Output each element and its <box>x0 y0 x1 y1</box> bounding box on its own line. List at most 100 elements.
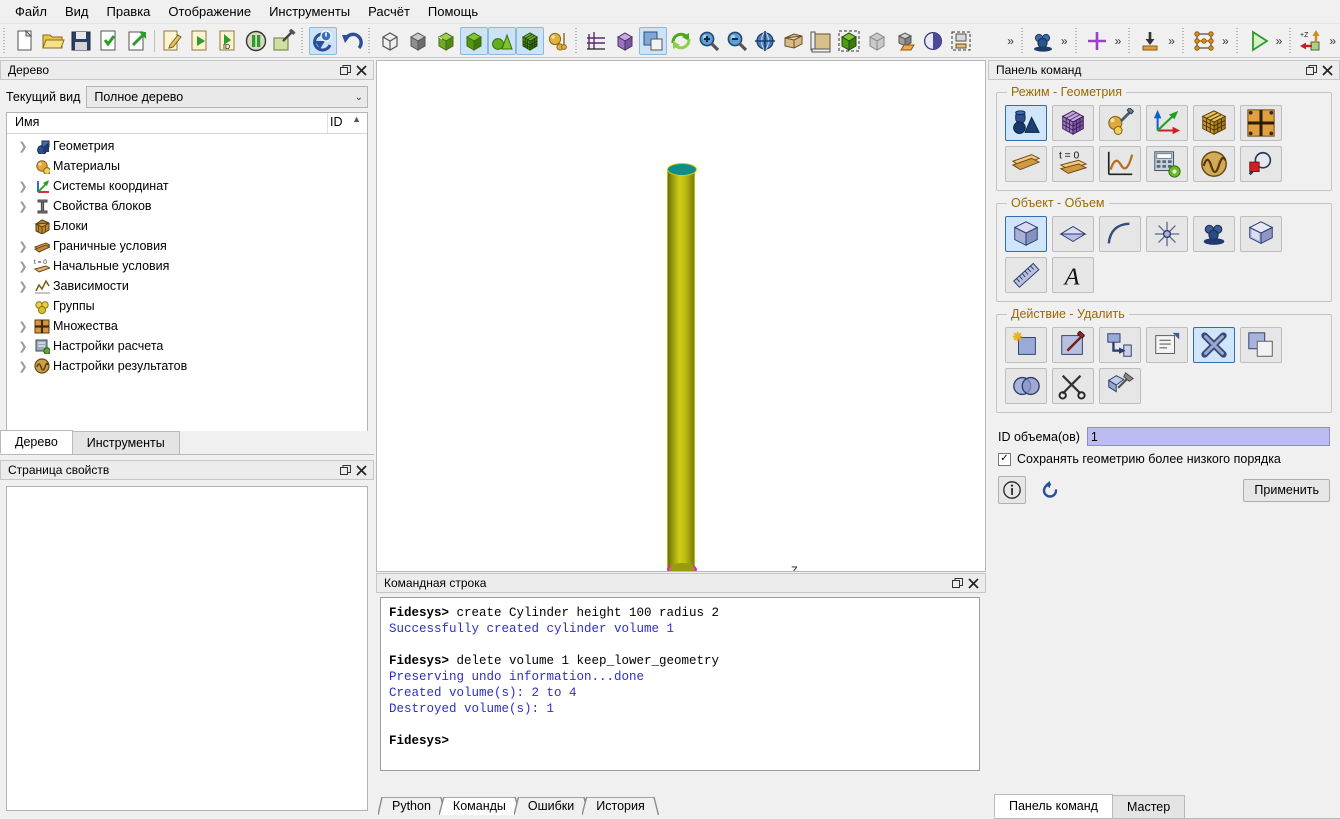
edit-journal-icon[interactable] <box>158 27 186 55</box>
reset-icon[interactable] <box>309 26 337 55</box>
toolbar-overflow-chevron[interactable]: » <box>1272 34 1287 48</box>
command-panel-tab-1[interactable]: Панель команд <box>994 794 1113 818</box>
console-output[interactable]: Fidesys> create Cylinder height 100 radi… <box>380 597 980 771</box>
menu-edit[interactable]: Правка <box>98 1 160 22</box>
toolbar-overflow-chevron[interactable]: » <box>1003 34 1018 48</box>
command-panel-tab-2[interactable]: Мастер <box>1111 795 1186 818</box>
tree-item-12[interactable]: ❯ Настройки результатов <box>7 356 367 376</box>
smooth-shade-cube-icon[interactable] <box>460 26 488 55</box>
toolbar-overflow-chevron[interactable]: » <box>1325 34 1340 48</box>
text-label-icon[interactable]: A <box>1052 257 1094 293</box>
save-disk-icon[interactable] <box>67 27 95 55</box>
run-play-icon[interactable] <box>1244 27 1272 55</box>
dependencies-mode-icon[interactable] <box>1099 146 1141 182</box>
tree-item-10[interactable]: ❯ Множества <box>7 316 367 336</box>
inspect-mode-icon[interactable] <box>1240 146 1282 182</box>
undo-arrow-icon[interactable] <box>337 27 365 55</box>
chevron-right-icon[interactable]: ❯ <box>15 180 31 193</box>
copy-volume-icon[interactable] <box>1240 327 1282 363</box>
chevron-right-icon[interactable]: ❯ <box>15 280 31 293</box>
tree-item-4[interactable]: ❯ Свойства блоков <box>7 196 367 216</box>
export-document-icon[interactable] <box>123 27 151 55</box>
zoom-out-icon[interactable] <box>723 27 751 55</box>
initial-conditions-mode-icon[interactable]: t = 0 <box>1052 146 1094 182</box>
3d-viewport[interactable]: Z Y X <box>376 60 986 572</box>
chevron-right-icon[interactable]: ❯ <box>15 140 31 153</box>
menu-help[interactable]: Помощь <box>419 1 487 22</box>
cleanup-volume-icon[interactable] <box>1099 368 1141 404</box>
volume-id-input[interactable]: 1 <box>1086 427 1330 446</box>
transparency-icon[interactable] <box>919 27 947 55</box>
analysis-settings-mode-icon[interactable] <box>1146 146 1188 182</box>
grid-axes-icon[interactable] <box>583 27 611 55</box>
material-sphere-icon[interactable] <box>544 27 572 55</box>
tree-column-name[interactable]: Имя <box>7 113 327 133</box>
float-icon[interactable] <box>949 575 965 591</box>
refresh-arrows-icon[interactable] <box>667 27 695 55</box>
keep-lower-geometry-checkbox[interactable]: ✓ <box>998 452 1011 466</box>
mesh-cube-icon[interactable] <box>516 26 544 55</box>
rotate-globe-icon[interactable] <box>751 27 779 55</box>
clip-plane-icon[interactable] <box>947 27 975 55</box>
vertex-icon[interactable] <box>1146 216 1188 252</box>
chevron-right-icon[interactable]: ❯ <box>15 360 31 373</box>
chevron-right-icon[interactable]: ❯ <box>15 260 31 273</box>
console-tab-4[interactable]: История <box>582 797 658 815</box>
tree-item-2[interactable]: Материалы <box>7 156 367 176</box>
modify-volume-icon[interactable] <box>1052 327 1094 363</box>
geometry-primitives-icon[interactable] <box>488 26 516 55</box>
float-icon[interactable] <box>1303 62 1319 78</box>
tree-view[interactable]: Имя ID ▲ ❯ Геометрия Материалы ❯ Системы коо… <box>6 112 368 448</box>
group-spheres-icon[interactable] <box>1029 27 1057 55</box>
cylinder-model[interactable] <box>667 163 697 571</box>
sets-mode-icon[interactable] <box>1240 105 1282 141</box>
toolbar-grip-handle[interactable] <box>1126 27 1135 54</box>
tree-tab-2[interactable]: Инструменты <box>71 431 180 454</box>
info-icon[interactable] <box>998 476 1026 504</box>
pause-icon[interactable] <box>242 27 270 55</box>
import-document-icon[interactable] <box>95 27 123 55</box>
menu-tools[interactable]: Инструменты <box>260 1 359 22</box>
menu-analysis[interactable]: Расчёт <box>359 1 419 22</box>
new-document-icon[interactable] <box>11 27 39 55</box>
close-icon[interactable] <box>965 575 981 591</box>
coordinate-system-mode-icon[interactable] <box>1146 105 1188 141</box>
geometry-mode-icon[interactable] <box>1005 105 1047 141</box>
toolbar-grip-handle[interactable] <box>1179 27 1188 54</box>
toolbar-overflow-chevron[interactable]: » <box>1111 34 1126 48</box>
delete-volume-icon[interactable] <box>1193 327 1235 363</box>
properties-content[interactable] <box>6 486 368 811</box>
materials-mode-icon[interactable] <box>1099 105 1141 141</box>
close-icon[interactable] <box>353 62 369 78</box>
play-journal-icon[interactable] <box>186 27 214 55</box>
volume-cube-icon[interactable] <box>611 27 639 55</box>
tree-tab-1[interactable]: Дерево <box>0 430 73 454</box>
open-folder-icon[interactable] <box>39 27 67 55</box>
transform-volume-icon[interactable] <box>1099 327 1141 363</box>
ghost-cube-icon[interactable] <box>863 27 891 55</box>
toolbar-grip-handle[interactable] <box>573 27 581 54</box>
tree-item-7[interactable]: ❯ t = 0 Начальные условия <box>7 256 367 276</box>
fit-view-icon[interactable] <box>835 27 863 55</box>
tree-item-1[interactable]: ❯ Геометрия <box>7 136 367 156</box>
measure-ruler-icon[interactable] <box>1005 257 1047 293</box>
split-volume-icon[interactable] <box>1052 368 1094 404</box>
picture-in-picture-icon[interactable] <box>639 26 667 55</box>
chevron-right-icon[interactable]: ❯ <box>15 240 31 253</box>
menu-display[interactable]: Отображение <box>159 1 260 22</box>
toolbar-grip-handle[interactable] <box>366 27 374 54</box>
create-volume-icon[interactable] <box>1005 327 1047 363</box>
close-icon[interactable] <box>1319 62 1335 78</box>
tree-item-5[interactable]: Блоки <box>7 216 367 236</box>
chevron-right-icon[interactable]: ❯ <box>15 200 31 213</box>
boundary-nodes-icon[interactable] <box>1190 27 1218 55</box>
close-icon[interactable] <box>353 462 369 478</box>
build-hammer-icon[interactable] <box>270 27 298 55</box>
menu-view[interactable]: Вид <box>56 1 98 22</box>
toolbar-grip-handle[interactable] <box>1 27 9 54</box>
toolbar-grip-handle[interactable] <box>1072 27 1081 54</box>
float-icon[interactable] <box>337 62 353 78</box>
copy-face-icon[interactable] <box>891 27 919 55</box>
id-document-icon[interactable]: ID <box>214 27 242 55</box>
console-tab-1[interactable]: Python <box>378 797 445 815</box>
